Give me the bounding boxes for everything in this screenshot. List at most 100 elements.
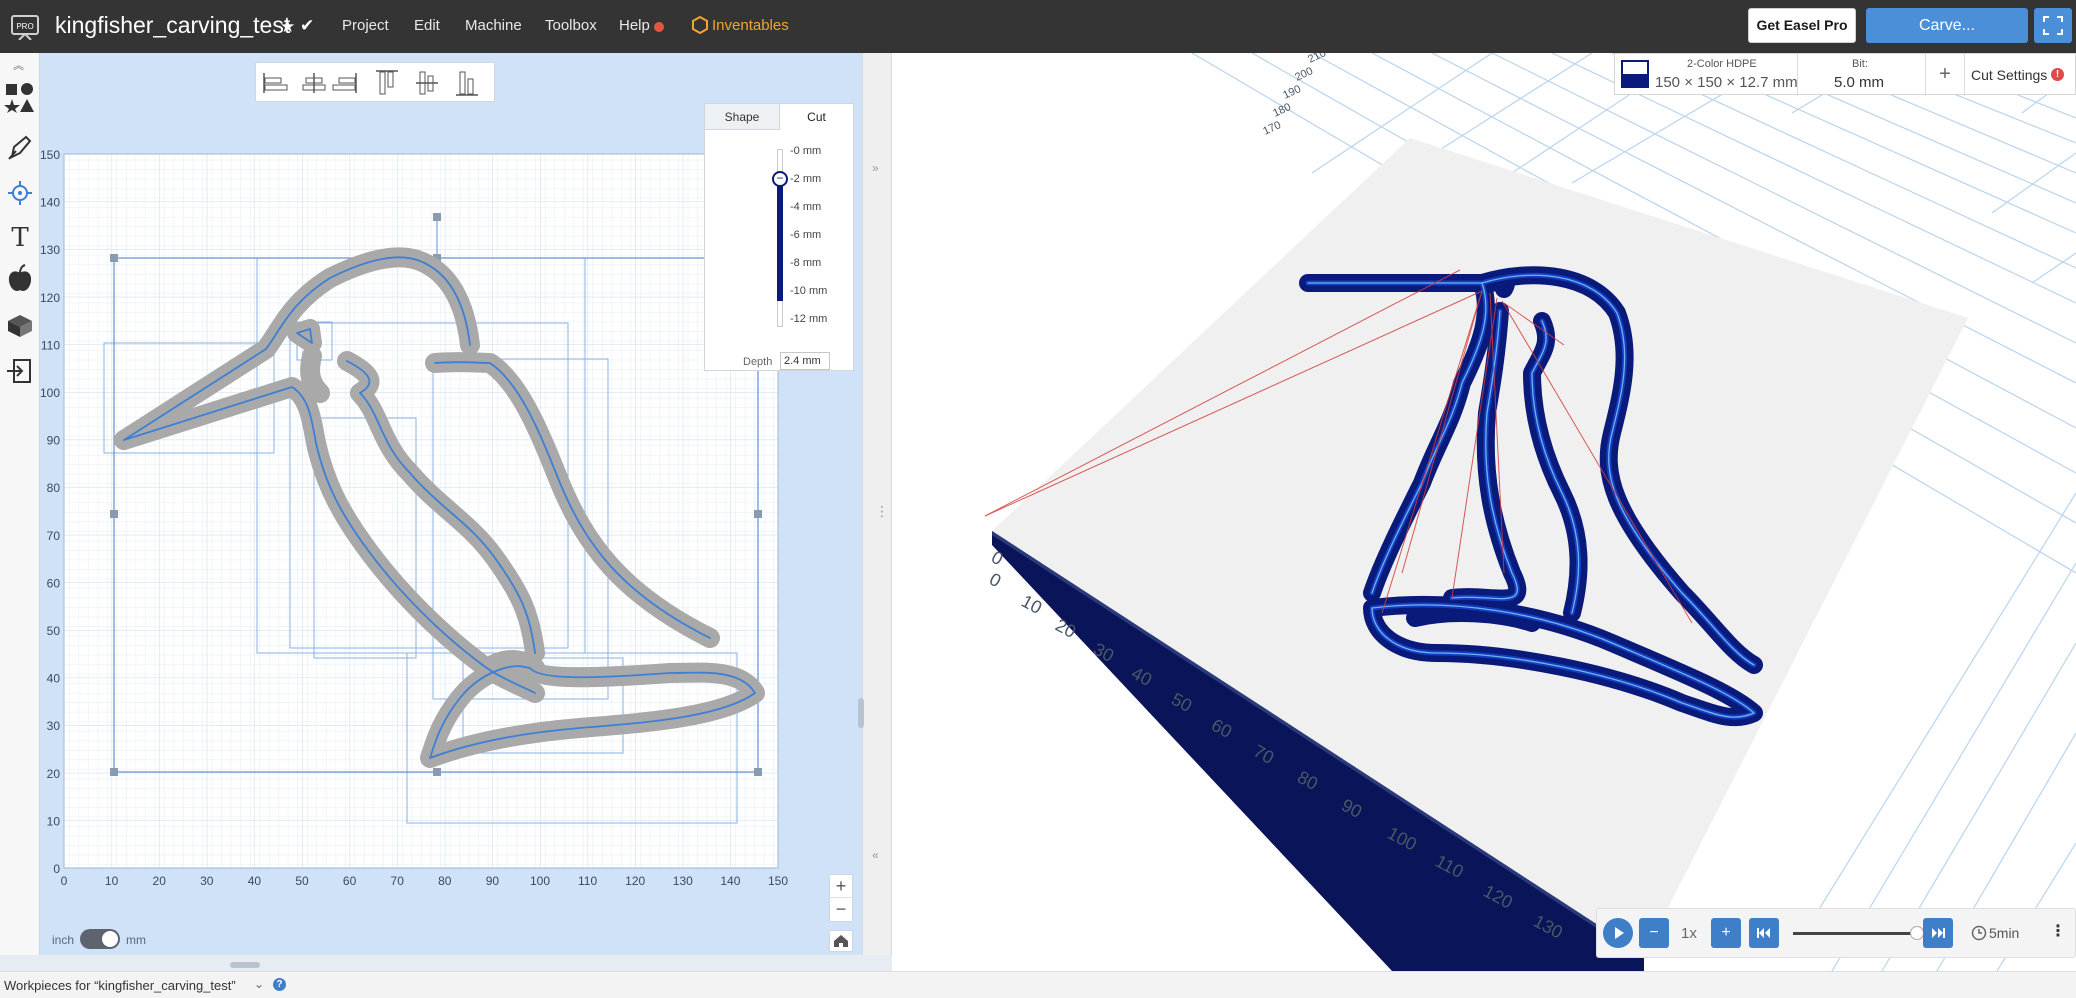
- x-tick: 0: [61, 874, 68, 888]
- depth-field-label: Depth: [743, 356, 773, 368]
- x-tick: 120: [625, 874, 645, 888]
- panel-splitter[interactable]: » ⋮ «: [858, 53, 892, 955]
- align-right-icon[interactable]: [332, 73, 357, 93]
- more-options-icon[interactable]: ⋮: [2050, 921, 2066, 941]
- skip-to-start-button[interactable]: [1749, 918, 1779, 948]
- help-icon[interactable]: ?: [273, 978, 286, 991]
- depth-label-12: -12 mm: [790, 313, 828, 325]
- vertical-scrollbar[interactable]: [858, 698, 864, 728]
- cut-settings-button[interactable]: Cut Settings: [1971, 67, 2047, 83]
- x-tick: 30: [200, 874, 214, 888]
- zoom-out-button[interactable]: −: [830, 898, 852, 921]
- material-board-top: [992, 138, 1968, 955]
- collapse-toolbar-icon[interactable]: ︽: [13, 57, 24, 73]
- zoom-in-button[interactable]: +: [830, 875, 852, 898]
- play-icon: [1615, 927, 1624, 939]
- workpieces-dropdown-icon[interactable]: ⌄: [254, 977, 264, 991]
- progress-slider-track[interactable]: [1793, 932, 1917, 935]
- inventables-hex-icon: [692, 15, 708, 39]
- align-top-icon[interactable]: [376, 70, 398, 95]
- menu-project[interactable]: Project: [342, 17, 389, 34]
- y-tick: 40: [47, 672, 61, 686]
- warning-icon: !: [2051, 68, 2064, 81]
- clock-icon: [1971, 925, 1987, 946]
- bit-label: Bit:: [1852, 58, 1868, 70]
- progress-slider-handle[interactable]: [1910, 926, 1924, 940]
- unit-toggle-knob: [102, 931, 118, 947]
- skip-to-end-button[interactable]: [1923, 918, 1953, 948]
- carve-preview-3d[interactable]: 210 200 190 180 170 0 0 10 20 30 40 50 6…: [892, 53, 2076, 971]
- easel-pro-logo[interactable]: PRO: [10, 12, 40, 41]
- back-axis-label: 200: [1293, 65, 1315, 84]
- align-center-h-icon[interactable]: [302, 73, 326, 93]
- project-title[interactable]: kingfisher_carving_test: [55, 12, 290, 39]
- pen-tool-icon[interactable]: [4, 131, 36, 163]
- import-box-tool-icon[interactable]: [4, 309, 36, 341]
- x-tick: 40: [248, 874, 262, 888]
- fullscreen-button[interactable]: [2034, 8, 2072, 43]
- menu-help[interactable]: Help: [619, 17, 650, 34]
- origin-label: 0: [988, 547, 1006, 569]
- speed-increase-button[interactable]: +: [1711, 918, 1741, 948]
- x-tick: 130: [673, 874, 693, 888]
- collapse-left-icon[interactable]: «: [872, 848, 879, 862]
- y-tick: 140: [40, 196, 60, 210]
- shapes-tool-icon[interactable]: [4, 81, 36, 113]
- depth-slider-handle[interactable]: −: [772, 171, 788, 187]
- drag-handle-icon[interactable]: ⋮: [875, 503, 889, 520]
- unit-toggle[interactable]: [80, 929, 120, 949]
- align-center-v-icon[interactable]: [416, 71, 438, 95]
- get-easel-pro-button[interactable]: Get Easel Pro: [1748, 8, 1856, 43]
- text-tool-icon[interactable]: T: [4, 223, 36, 255]
- apple-icons-tool-icon[interactable]: [4, 263, 36, 295]
- align-left-icon[interactable]: [263, 73, 288, 93]
- material-size[interactable]: 150 × 150 × 12.7 mm: [1655, 74, 1798, 91]
- horizontal-scrollbar[interactable]: [230, 962, 260, 968]
- play-button[interactable]: [1603, 918, 1633, 948]
- depth-label-8: -8 mm: [790, 257, 822, 269]
- y-tick: 60: [47, 576, 61, 590]
- menu-edit[interactable]: Edit: [414, 17, 440, 34]
- depth-label-10: -10 mm: [790, 285, 828, 297]
- depth-label-2: -2 mm: [790, 173, 822, 185]
- x-tick: 90: [486, 874, 500, 888]
- workpieces-label[interactable]: Workpieces for “kingfisher_carving_test”: [4, 978, 236, 993]
- expand-icon: [2043, 16, 2063, 35]
- top-bar: PRO kingfisher_carving_test ★ ✔ Project …: [0, 0, 2076, 53]
- collapse-right-icon[interactable]: »: [872, 161, 879, 175]
- x-tick: 50: [295, 874, 309, 888]
- x-tick: 150: [768, 874, 788, 888]
- x-tick: 10: [105, 874, 119, 888]
- depth-slider-fill: [777, 176, 783, 301]
- tab-shape[interactable]: Shape: [705, 104, 780, 130]
- y-tick: 10: [47, 814, 61, 828]
- tab-cut[interactable]: Cut: [780, 104, 853, 130]
- x-tick: 140: [720, 874, 740, 888]
- bit-size[interactable]: 5.0 mm: [1834, 74, 1884, 91]
- y-tick: 100: [40, 386, 60, 400]
- menu-machine[interactable]: Machine: [465, 17, 522, 34]
- x-tick: 80: [438, 874, 452, 888]
- target-point-tool-icon[interactable]: [4, 177, 36, 209]
- back-axis-label: 170: [1261, 119, 1283, 138]
- x-tick: 100: [530, 874, 550, 888]
- speed-decrease-button[interactable]: −: [1639, 918, 1669, 948]
- import-file-tool-icon[interactable]: [4, 355, 36, 387]
- shape-cut-panel: Shape Cut − -0 mm -2 mm -4 mm -6 mm -8 m…: [704, 103, 854, 371]
- depth-input[interactable]: 2.4 mm: [780, 352, 830, 370]
- favorite-star-icon[interactable]: ★: [280, 17, 295, 37]
- add-bit-button[interactable]: +: [1933, 62, 1957, 86]
- home-icon: [834, 935, 848, 947]
- y-tick: 70: [47, 529, 61, 543]
- x-tick: 110: [578, 874, 597, 888]
- skip-forward-icon: [1932, 928, 1945, 938]
- material-swatch[interactable]: [1621, 60, 1649, 88]
- home-view-button[interactable]: [829, 930, 853, 952]
- menu-toolbox[interactable]: Toolbox: [545, 17, 597, 34]
- menu-inventables[interactable]: Inventables: [712, 17, 789, 34]
- carve-button[interactable]: Carve...: [1866, 8, 2028, 43]
- speed-value: 1x: [1681, 925, 1697, 942]
- material-name[interactable]: 2-Color HDPE: [1687, 58, 1757, 70]
- align-bottom-icon[interactable]: [456, 71, 478, 96]
- saved-check-icon: ✔: [300, 16, 315, 35]
